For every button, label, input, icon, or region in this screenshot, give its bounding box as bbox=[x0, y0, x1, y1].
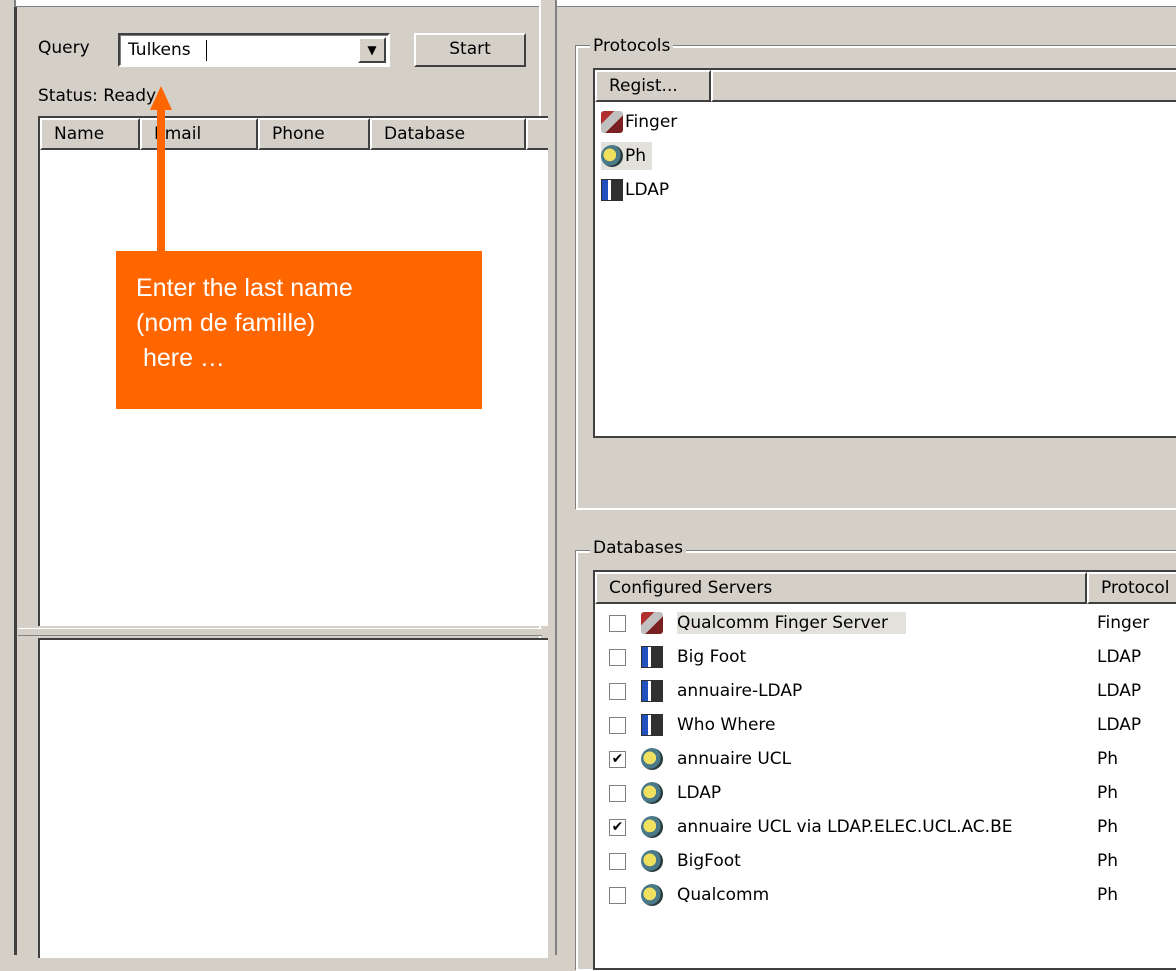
window-top-border bbox=[0, 0, 1176, 7]
database-row[interactable]: Who Where LDAP bbox=[595, 708, 1176, 742]
column-header-empty bbox=[526, 118, 548, 150]
database-checkbox[interactable] bbox=[609, 887, 626, 904]
protocol-item-ph[interactable]: Ph bbox=[601, 142, 653, 170]
ldap-icon bbox=[641, 646, 663, 668]
database-row[interactable]: annuaire-LDAP LDAP bbox=[595, 674, 1176, 708]
database-checkbox[interactable] bbox=[609, 785, 626, 802]
column-header-name[interactable]: Name bbox=[40, 118, 140, 150]
database-name: Big Foot bbox=[677, 647, 747, 667]
database-protocol: Ph bbox=[1097, 783, 1119, 803]
callout-line: here … bbox=[136, 344, 225, 372]
window-left-edge bbox=[14, 7, 17, 955]
ldap-icon bbox=[601, 179, 623, 201]
database-row[interactable]: Big Foot LDAP bbox=[595, 640, 1176, 674]
protocol-label: Ph bbox=[625, 146, 647, 166]
database-name: BigFoot bbox=[677, 851, 741, 871]
horizontal-splitter[interactable] bbox=[18, 628, 542, 636]
ph-icon bbox=[601, 145, 623, 167]
database-protocol: Ph bbox=[1097, 885, 1119, 905]
database-row[interactable]: ✔ annuaire UCL via LDAP.ELEC.UCL.AC.BE Ph bbox=[595, 810, 1176, 844]
column-header-phone[interactable]: Phone bbox=[258, 118, 370, 150]
database-checkbox[interactable]: ✔ bbox=[609, 751, 626, 768]
column-header-regist[interactable]: Regist... bbox=[595, 70, 711, 102]
database-name: LDAP bbox=[677, 783, 722, 803]
ph-icon bbox=[641, 850, 663, 872]
database-name: Who Where bbox=[677, 715, 776, 735]
database-name: annuaire UCL via LDAP.ELEC.UCL.AC.BE bbox=[677, 817, 1013, 837]
arrow-shaft bbox=[157, 108, 165, 252]
database-checkbox[interactable] bbox=[609, 649, 626, 666]
finger-icon bbox=[601, 111, 623, 133]
column-header-configured-servers[interactable]: Configured Servers bbox=[595, 572, 1087, 604]
status-text: Status: Ready bbox=[38, 86, 157, 106]
callout-line: (nom de famille) bbox=[136, 309, 316, 337]
ph-icon bbox=[641, 884, 663, 906]
database-row[interactable]: Qualcomm Finger Server Finger bbox=[595, 606, 1176, 640]
protocol-label: LDAP bbox=[625, 180, 670, 200]
database-protocol: Ph bbox=[1097, 817, 1119, 837]
database-checkbox[interactable] bbox=[609, 717, 626, 734]
finger-icon bbox=[641, 612, 663, 634]
database-protocol: LDAP bbox=[1097, 681, 1142, 701]
database-checkbox[interactable] bbox=[609, 853, 626, 870]
database-checkbox[interactable]: ✔ bbox=[609, 819, 626, 836]
protocols-list[interactable]: Regist... Finger Ph LDAP bbox=[593, 68, 1176, 438]
ldap-icon bbox=[641, 680, 663, 702]
database-name: Qualcomm bbox=[677, 885, 770, 905]
ph-icon bbox=[641, 816, 663, 838]
database-row[interactable]: LDAP Ph bbox=[595, 776, 1176, 810]
ph-icon bbox=[641, 748, 663, 770]
query-input[interactable] bbox=[128, 40, 348, 60]
protocol-label: Finger bbox=[625, 112, 678, 132]
column-header-empty bbox=[711, 70, 1176, 102]
query-label: Query bbox=[38, 38, 90, 58]
database-protocol: LDAP bbox=[1097, 715, 1142, 735]
database-row[interactable]: BigFoot Ph bbox=[595, 844, 1176, 878]
database-protocol: Ph bbox=[1097, 749, 1119, 769]
query-combobox[interactable]: ▼ bbox=[118, 33, 390, 67]
detail-pane[interactable] bbox=[38, 638, 548, 958]
column-header-protocol[interactable]: Protocol bbox=[1087, 572, 1176, 604]
database-row[interactable]: ✔ annuaire UCL Ph bbox=[595, 742, 1176, 776]
callout-line: Enter the last name bbox=[136, 274, 353, 302]
ph-icon bbox=[641, 782, 663, 804]
database-checkbox[interactable] bbox=[609, 615, 626, 632]
databases-legend: Databases bbox=[590, 538, 686, 558]
ldap-icon bbox=[641, 714, 663, 736]
annotation-callout: Enter the last name (nom de famille) her… bbox=[116, 251, 482, 409]
arrow-head bbox=[150, 86, 172, 110]
database-name: annuaire-LDAP bbox=[677, 681, 803, 701]
databases-list[interactable]: Configured Servers Protocol Qualcomm Fin… bbox=[593, 570, 1176, 970]
database-protocol: LDAP bbox=[1097, 647, 1142, 667]
protocols-legend: Protocols bbox=[590, 36, 674, 56]
protocol-item-finger[interactable]: Finger bbox=[601, 108, 677, 136]
database-checkbox[interactable] bbox=[609, 683, 626, 700]
database-protocol: Finger bbox=[1097, 613, 1150, 633]
protocol-item-ldap[interactable]: LDAP bbox=[601, 176, 669, 204]
database-name: annuaire UCL bbox=[677, 749, 792, 769]
database-row[interactable]: Qualcomm Ph bbox=[595, 878, 1176, 912]
database-name: Qualcomm Finger Server bbox=[677, 612, 906, 634]
dropdown-button[interactable]: ▼ bbox=[358, 37, 386, 63]
column-header-database[interactable]: Database bbox=[370, 118, 526, 150]
start-button[interactable]: Start bbox=[414, 33, 526, 67]
text-caret bbox=[206, 40, 207, 61]
database-protocol: Ph bbox=[1097, 851, 1119, 871]
chevron-down-icon: ▼ bbox=[367, 43, 377, 57]
